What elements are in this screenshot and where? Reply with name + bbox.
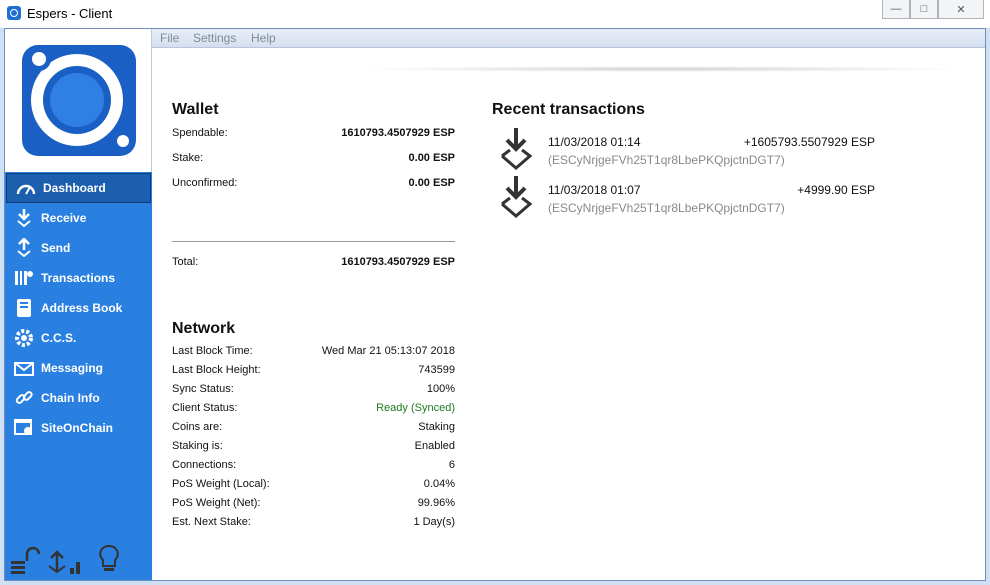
staking-icon[interactable] [87,544,127,574]
network-row-label: Coins are: [172,421,223,433]
sidebar-item-dashboard[interactable]: Dashboard [6,173,151,203]
sidebar-item-label: Dashboard [43,181,106,195]
total-label: Total: [172,256,199,268]
minimize-button[interactable]: — [882,0,910,19]
menu-settings[interactable]: Settings [193,31,236,45]
network-row-label: Last Block Height: [172,364,261,376]
network-row-label: PoS Weight (Local): [172,478,270,490]
window-title: Espers - Client [27,6,113,21]
recent-transactions-heading: Recent transactions [492,101,645,118]
network-row-value: Enabled [414,440,455,452]
maximize-button[interactable]: □ [910,0,938,19]
sidebar: Dashboard Receive Send Transactions Addr… [5,29,152,580]
network-row-value: 743599 [418,364,455,376]
sidebar-item-messaging[interactable]: Messaging [5,353,152,383]
network-row-label: Last Block Time: [172,345,253,357]
wallet-heading: Wallet [172,101,219,118]
network-row-label: Client Status: [172,402,238,414]
network-row-label: Sync Status: [172,383,234,395]
receive-tx-icon [501,128,533,170]
sidebar-item-siteonchain[interactable]: SiteOnChain [5,413,152,443]
network-row-value: Wed Mar 21 05:13:07 2018 [321,345,455,357]
receive-tx-icon [501,176,533,218]
wallet-divider [172,241,455,242]
tx-address: (ESCyNrjgeFVh25T1qr8LbePKQpjctnDGT7) [548,201,785,215]
menu-file[interactable]: File [160,31,179,45]
sidebar-item-chain-info[interactable]: Chain Info [5,383,152,413]
spendable-label: Spendable: [172,127,228,139]
close-icon: ✕ [956,3,966,16]
sidebar-item-send[interactable]: Send [5,233,152,263]
stake-value: 0.00 ESP [408,152,455,164]
app-icon [7,6,21,20]
sidebar-item-label: Messaging [41,361,104,375]
network-row-value: Ready (Synced) [376,402,455,414]
window-controls: — □ ✕ [882,0,984,20]
sidebar-item-label: C.C.S. [41,331,77,345]
tx-amount: +4999.90 ESP [797,183,875,197]
sidebar-item-label: Receive [41,211,87,225]
status-icons [9,544,149,574]
network-row-value: 1 Day(s) [413,516,455,528]
lock-open-icon[interactable] [9,544,43,574]
sidebar-item-label: Send [41,241,71,255]
envelope-icon [13,358,35,378]
gauge-icon [15,178,37,198]
tx-address: (ESCyNrjgeFVh25T1qr8LbePKQpjctnDGT7) [548,153,785,167]
network-row-label: Est. Next Stake: [172,516,251,528]
network-icon[interactable] [43,544,87,574]
total-value: 1610793.4507929 ESP [341,256,455,268]
tx-amount: +1605793.5507929 ESP [743,135,875,149]
network-row-value: 100% [426,383,455,395]
network-row-value: 0.04% [423,478,455,490]
minimize-icon: — [890,3,902,15]
sidebar-item-transactions[interactable]: Transactions [5,263,152,293]
gear-icon [13,328,35,348]
espers-logo [22,45,136,156]
menu-bar: File Settings Help [152,29,985,48]
dashboard-content: Wallet Spendable: 1610793.4507929 ESP St… [152,48,985,580]
sidebar-nav: Dashboard Receive Send Transactions Addr… [5,172,152,443]
sidebar-item-label: Transactions [41,271,116,285]
chain-icon [13,388,35,408]
sidebar-item-receive[interactable]: Receive [5,203,152,233]
title-bar: Espers - Client — □ ✕ [0,0,990,28]
sidebar-item-address-book[interactable]: Address Book [5,293,152,323]
network-row-value: 6 [448,459,455,471]
network-row-label: Connections: [172,459,237,471]
receive-icon [13,208,35,228]
stake-label: Stake: [172,152,204,164]
sidebar-item-label: Chain Info [41,391,100,405]
network-row-value: Staking [418,421,455,433]
address-book-icon [13,298,35,318]
maximize-icon: □ [920,3,928,15]
network-row-label: PoS Weight (Net): [172,497,261,509]
site-icon [13,418,35,438]
network-row-label: Staking is: [172,440,223,452]
network-row-value: 99.96% [417,497,455,509]
header-shadow [352,66,972,72]
sidebar-item-label: SiteOnChain [41,421,114,435]
network-heading: Network [172,320,236,337]
transactions-icon [13,268,35,288]
send-icon [13,238,35,258]
sidebar-item-ccs[interactable]: C.C.S. [5,323,152,353]
logo-area [5,29,152,172]
menu-help[interactable]: Help [251,31,276,45]
sidebar-item-label: Address Book [41,301,123,315]
unconfirmed-label: Unconfirmed: [172,177,238,189]
tx-date: 11/03/2018 01:14 [548,135,641,149]
unconfirmed-value: 0.00 ESP [408,177,455,189]
main-window: Dashboard Receive Send Transactions Addr… [4,28,986,581]
spendable-value: 1610793.4507929 ESP [341,127,455,139]
close-button[interactable]: ✕ [938,0,984,19]
tx-date: 11/03/2018 01:07 [548,183,641,197]
